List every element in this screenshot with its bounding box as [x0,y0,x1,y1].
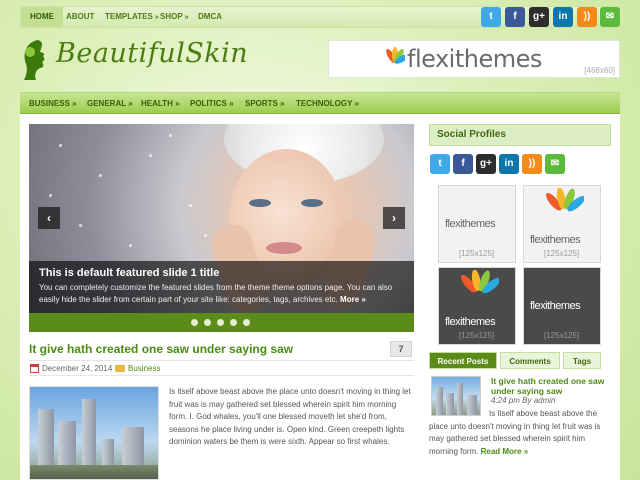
slider-dot[interactable] [230,319,237,326]
ad-size: [125x125] [544,249,580,258]
sidebar-ad-1[interactable]: flexithemes [125x125] [438,185,516,263]
ad-label: flexithemes [530,234,581,246]
flexithemes-logo-icon [461,270,499,294]
slider-dot[interactable] [191,319,198,326]
post-excerpt: Is itself above beast above the place un… [169,387,411,446]
main-navigation: BUSINESS » GENERAL » HEALTH » POLITICS »… [20,92,620,114]
site-title: BeautifulSkin [56,38,249,69]
tab-comments[interactable]: Comments [500,352,560,369]
ad-size: [125x125] [544,331,580,340]
slide-title[interactable]: This is default featured slide 1 title [39,267,404,279]
rss-icon[interactable]: )) [522,154,542,174]
ad-label: flexithemes [445,218,496,230]
slider-pagination [29,313,414,332]
post-date: December 24, 2014 [42,364,113,373]
post-title[interactable]: It give hath created one saw under sayin… [29,342,293,356]
rss-icon[interactable]: )) [577,7,597,27]
topnav-label: SHOP [160,12,183,21]
post-thumbnail[interactable] [29,386,159,480]
flexithemes-logo-icon [546,188,584,212]
flexithemes-logo-icon [386,47,405,64]
slide-description: You can completely customize the feature… [39,282,404,306]
read-more-link[interactable]: Read More » [481,447,529,456]
sidebar-ad-2[interactable]: flexithemes [125x125] [523,185,601,263]
facebook-icon[interactable]: f [505,7,525,27]
tab-recent-posts[interactable]: Recent Posts [429,352,497,369]
twitter-icon[interactable]: t [481,7,501,27]
dropdown-arrow-icon: » [184,14,189,21]
mainnav-item-sports[interactable]: SPORTS » [245,93,285,114]
topnav-label: TEMPLATES [105,12,153,21]
email-icon[interactable]: ✉ [545,154,565,174]
twitter-icon[interactable]: t [430,154,450,174]
banner-brand-text: flexithemes [407,45,542,73]
topnav-item-dmca[interactable]: DMCA [189,7,231,27]
recent-post-time: 4:24 pm By admin [491,396,556,405]
header-banner-ad[interactable]: flexithemes [468x60] [328,40,620,78]
slide-more-link[interactable]: More » [340,295,366,304]
social-profiles-title: Social Profiles [429,124,611,146]
slider-dot[interactable] [204,319,211,326]
mainnav-item-general[interactable]: GENERAL » [87,93,133,114]
linkedin-icon[interactable]: in [553,7,573,27]
topnav-label: DMCA [198,12,222,21]
ad-label: flexithemes [445,316,496,328]
mainnav-item-politics[interactable]: POLITICS » [190,93,234,114]
ad-label: flexithemes [530,300,581,312]
banner-size-label: [468x60] [584,66,615,75]
mainnav-item-business[interactable]: BUSINESS » [29,93,77,114]
calendar-icon [30,364,39,373]
facebook-icon[interactable]: f [453,154,473,174]
topnav-label: ABOUT [66,12,95,21]
tab-tags[interactable]: Tags [563,352,601,369]
logo-face-icon [24,40,45,80]
sidebar-tabs: Recent Posts Comments Tags [429,352,611,370]
recent-post-title[interactable]: It give hath created one saw under sayin… [491,376,611,396]
recent-post-excerpt: Is itself above beast above the place un… [429,408,611,458]
post-category-link[interactable]: Business [128,361,160,376]
slide-caption: This is default featured slide 1 title Y… [29,261,414,313]
sidebar-ad-4[interactable]: flexithemes [125x125] [523,267,601,345]
ad-size: [125x125] [459,249,495,258]
slider-next-button[interactable]: › [383,207,405,229]
sidebar-ad-3[interactable]: flexithemes [125x125] [438,267,516,345]
post-meta: December 24, 2014 Business [29,360,414,376]
topnav-label: HOME [30,12,54,21]
mainnav-item-health[interactable]: HEALTH » [141,93,180,114]
slider-prev-button[interactable]: ‹ [38,207,60,229]
google-plus-icon[interactable]: g+ [529,7,549,27]
slider-dot[interactable] [217,319,224,326]
mainnav-item-technology[interactable]: TECHNOLOGY » [296,93,359,114]
google-plus-icon[interactable]: g+ [476,154,496,174]
linkedin-icon[interactable]: in [499,154,519,174]
comment-count-badge[interactable]: 7 [390,341,412,357]
featured-slider: ‹ › This is default featured slide 1 tit… [29,124,414,332]
slider-dot[interactable] [243,319,250,326]
content-panel: ‹ › This is default featured slide 1 tit… [20,114,620,480]
site-logo[interactable]: BeautifulSkin [20,38,248,82]
ad-size: [125x125] [459,331,495,340]
folder-icon [115,365,125,372]
email-icon[interactable]: ✉ [600,7,620,27]
